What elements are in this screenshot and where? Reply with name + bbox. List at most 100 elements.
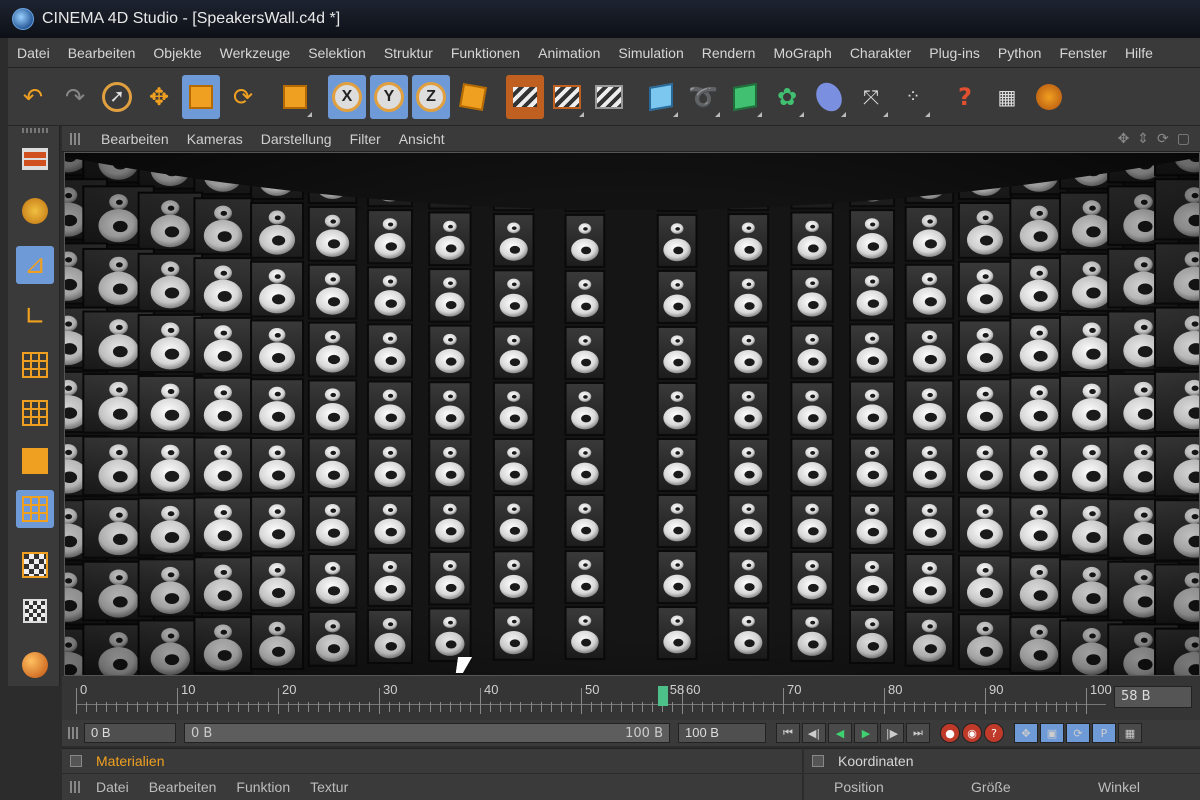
uv-icon xyxy=(22,496,48,522)
render-view-button[interactable] xyxy=(506,74,544,119)
palette-grip[interactable] xyxy=(22,128,48,133)
menu-animation[interactable]: Animation xyxy=(529,45,609,61)
ruler-label: 80 xyxy=(888,682,903,697)
record-button[interactable]: ● xyxy=(940,723,960,743)
recent-tool-button[interactable] xyxy=(276,75,314,119)
render-picture-viewer-button[interactable] xyxy=(548,75,586,119)
3d-viewport[interactable] xyxy=(64,152,1200,676)
timeline-playhead[interactable] xyxy=(657,686,668,706)
viewport-menu-ansicht[interactable]: Ansicht xyxy=(390,131,454,147)
scale-button[interactable] xyxy=(182,74,220,119)
help-button[interactable]: ? xyxy=(946,75,984,119)
menu-simulation[interactable]: Simulation xyxy=(609,45,692,61)
menu-bearbeiten[interactable]: Bearbeiten xyxy=(59,45,145,61)
zoom-view-icon[interactable]: ⇕ xyxy=(1137,131,1149,147)
redo-button[interactable]: ↷ xyxy=(56,75,94,119)
materials-menu-datei[interactable]: Datei xyxy=(86,779,139,795)
array-button[interactable]: ✿ xyxy=(768,75,806,119)
live-selection-button[interactable]: ➚ xyxy=(98,75,136,119)
undo-button[interactable]: ↶ xyxy=(14,75,52,119)
record-parameter-button[interactable]: P xyxy=(1092,723,1116,743)
autokey-button[interactable]: ◉ xyxy=(962,723,982,743)
viewport-menu-darstellung[interactable]: Darstellung xyxy=(252,131,341,147)
materials-grip[interactable] xyxy=(70,780,80,793)
layout-button[interactable]: ▦ xyxy=(988,75,1026,119)
min-time-field[interactable]: 0 B xyxy=(84,723,176,743)
palette-use-model-button[interactable] xyxy=(16,140,54,178)
nurbs-button[interactable] xyxy=(726,75,764,119)
coordinate-system-button[interactable] xyxy=(454,75,492,119)
menu-mograph[interactable]: MoGraph xyxy=(764,45,840,61)
rotate-button[interactable]: ⟳ xyxy=(224,75,262,119)
keyframe-help-button[interactable]: ? xyxy=(984,723,1004,743)
y-axis-button[interactable]: Y xyxy=(370,74,408,119)
timeline[interactable]: 0 10 20 30 40 50 60 70 80 90 100 58 58 B xyxy=(62,676,1200,720)
materials-menu-bearbeiten[interactable]: Bearbeiten xyxy=(139,779,227,795)
palette-polygons-button[interactable] xyxy=(16,442,54,480)
palette-uv-button[interactable] xyxy=(16,490,54,528)
menu-objekte[interactable]: Objekte xyxy=(144,45,210,61)
record-position-button[interactable]: ✥ xyxy=(1014,723,1038,743)
palette-edges-button[interactable] xyxy=(16,394,54,432)
question-icon: ? xyxy=(991,726,997,740)
prev-key-button[interactable]: ◀| xyxy=(802,723,826,743)
viewport-grip[interactable] xyxy=(70,132,80,145)
globe-button[interactable] xyxy=(1030,75,1068,119)
current-frame-field[interactable]: 58 B xyxy=(1114,686,1192,708)
materials-title[interactable]: Materialien xyxy=(96,753,164,769)
coordinates-panel-toggle[interactable] xyxy=(812,755,824,767)
preview-range-slider[interactable]: 0 B 100 B xyxy=(184,723,670,743)
menu-funktionen[interactable]: Funktionen xyxy=(442,45,529,61)
palette-texture-axis-button[interactable] xyxy=(16,592,54,630)
palette-sculpt-button[interactable] xyxy=(16,646,54,684)
menu-werkzeuge[interactable]: Werkzeuge xyxy=(211,45,300,61)
menu-fenster[interactable]: Fenster xyxy=(1050,45,1115,61)
materials-menu-funktion[interactable]: Funktion xyxy=(226,779,300,795)
menu-plugins[interactable]: Plug-ins xyxy=(920,45,989,61)
max-time-field[interactable]: 100 B xyxy=(678,723,766,743)
controls-grip[interactable] xyxy=(68,727,78,739)
materials-menu-textur[interactable]: Textur xyxy=(300,779,358,795)
goto-end-button[interactable]: ⏭ xyxy=(906,723,930,743)
viewport-menu-kameras[interactable]: Kameras xyxy=(178,131,252,147)
play-forward-button[interactable]: ▶ xyxy=(854,723,878,743)
pan-view-icon[interactable]: ✥ xyxy=(1118,131,1130,147)
next-key-button[interactable]: |▶ xyxy=(880,723,904,743)
spline-button[interactable]: ➰ xyxy=(684,75,722,119)
goto-start-button[interactable]: ⏮ xyxy=(776,723,800,743)
z-axis-button[interactable]: Z xyxy=(412,74,450,119)
record-rotation-button[interactable]: ⟳ xyxy=(1066,723,1090,743)
menu-charakter[interactable]: Charakter xyxy=(841,45,920,61)
record-pla-button[interactable]: ▦ xyxy=(1118,723,1142,743)
viewport-menu-bearbeiten[interactable]: Bearbeiten xyxy=(92,131,178,147)
record-scale-button[interactable]: ▣ xyxy=(1040,723,1064,743)
palette-axis-button[interactable]: ∟ xyxy=(16,298,54,336)
palette-texture-button[interactable] xyxy=(16,546,54,584)
coordinates-title[interactable]: Koordinaten xyxy=(838,753,914,769)
play-backward-button[interactable]: ◀ xyxy=(828,723,852,743)
cube-button[interactable] xyxy=(642,75,680,119)
timeline-ruler[interactable]: 0 10 20 30 40 50 60 70 80 90 100 58 xyxy=(76,680,1112,716)
menu-hilfe[interactable]: Hilfe xyxy=(1116,45,1162,61)
scene-button[interactable]: ⤧ xyxy=(852,75,890,119)
rotate-view-icon[interactable]: ⟳ xyxy=(1157,131,1169,147)
menu-python[interactable]: Python xyxy=(989,45,1051,61)
deformer-button[interactable] xyxy=(810,75,848,119)
help-icon: ? xyxy=(958,82,972,111)
x-axis-button[interactable]: X xyxy=(328,74,366,119)
palette-object-axis-button[interactable]: ⊿ xyxy=(16,246,54,284)
menu-datei[interactable]: Datei xyxy=(8,45,59,61)
layout-icon: ▦ xyxy=(997,84,1017,109)
render-settings-button[interactable] xyxy=(590,75,628,119)
palette-object-mode-button[interactable] xyxy=(16,192,54,230)
materials-panel-toggle[interactable] xyxy=(70,755,82,767)
viewport-vignette xyxy=(65,153,1199,675)
viewport-menu-filter[interactable]: Filter xyxy=(341,131,390,147)
move-button[interactable]: ✥ xyxy=(140,75,178,119)
palette-points-button[interactable] xyxy=(16,346,54,384)
menu-selektion[interactable]: Selektion xyxy=(299,45,375,61)
toggle-view-icon[interactable]: ▢ xyxy=(1177,131,1190,147)
mograph-button[interactable]: ⁘ xyxy=(894,75,932,119)
menu-struktur[interactable]: Struktur xyxy=(375,45,442,61)
menu-rendern[interactable]: Rendern xyxy=(693,45,765,61)
